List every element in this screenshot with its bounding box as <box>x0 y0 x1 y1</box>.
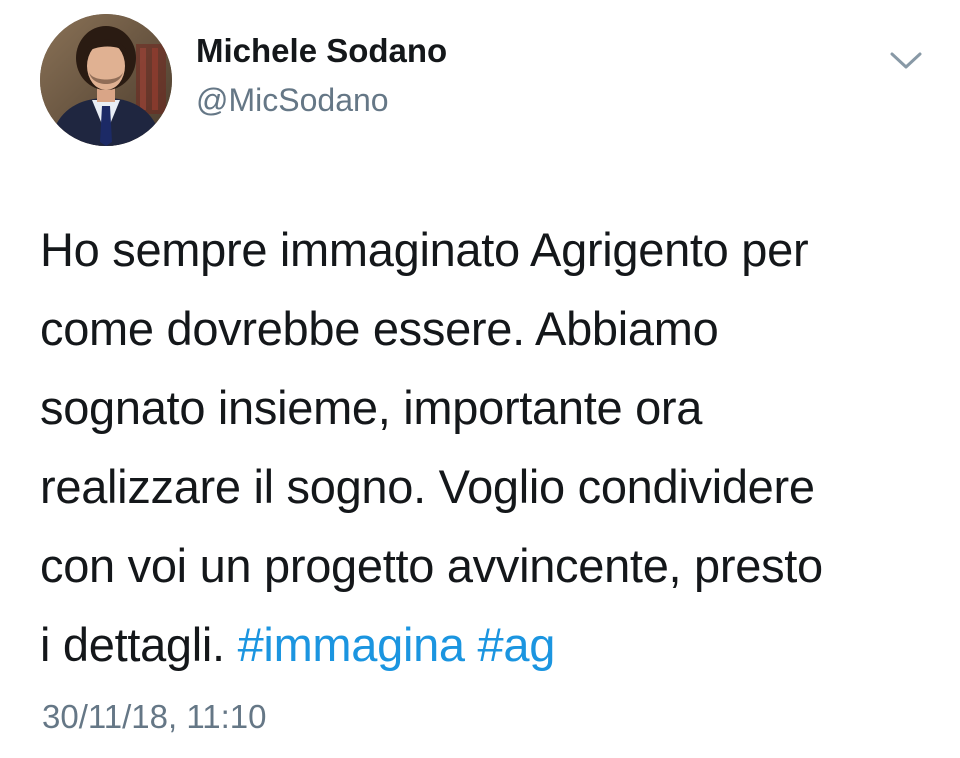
tweet-text-line: come dovrebbe essere. Abbiamo <box>40 302 719 355</box>
tweet-text-last-line: i dettagli. #immagina #ag <box>40 605 940 684</box>
tweet-text-line: Ho sempre immaginato Agrigento per <box>40 223 809 276</box>
author-name[interactable]: Michele Sodano <box>196 32 447 70</box>
hashtag-link[interactable]: #immagina <box>238 618 465 671</box>
tweet-text-line: realizzare il sogno. Voglio condividere <box>40 460 815 513</box>
tweet-timestamp[interactable]: 30/11/18, 11:10 <box>42 698 266 736</box>
tweet-text-fragment: i dettagli. <box>40 618 225 671</box>
tweet-text-line: con voi un progetto avvincente, presto <box>40 539 823 592</box>
hashtag-link[interactable]: #ag <box>478 618 556 671</box>
tweet-text: Ho sempre immaginato Agrigento per come … <box>40 210 940 684</box>
tweet-text-line: sognato insieme, importante ora <box>40 381 703 434</box>
tweet-card: Michele Sodano @MicSodano Ho sempre imma… <box>0 0 960 758</box>
avatar[interactable] <box>40 14 172 146</box>
author-handle[interactable]: @MicSodano <box>196 82 389 119</box>
chevron-down-icon[interactable] <box>886 48 926 74</box>
profile-photo-icon <box>40 14 172 146</box>
